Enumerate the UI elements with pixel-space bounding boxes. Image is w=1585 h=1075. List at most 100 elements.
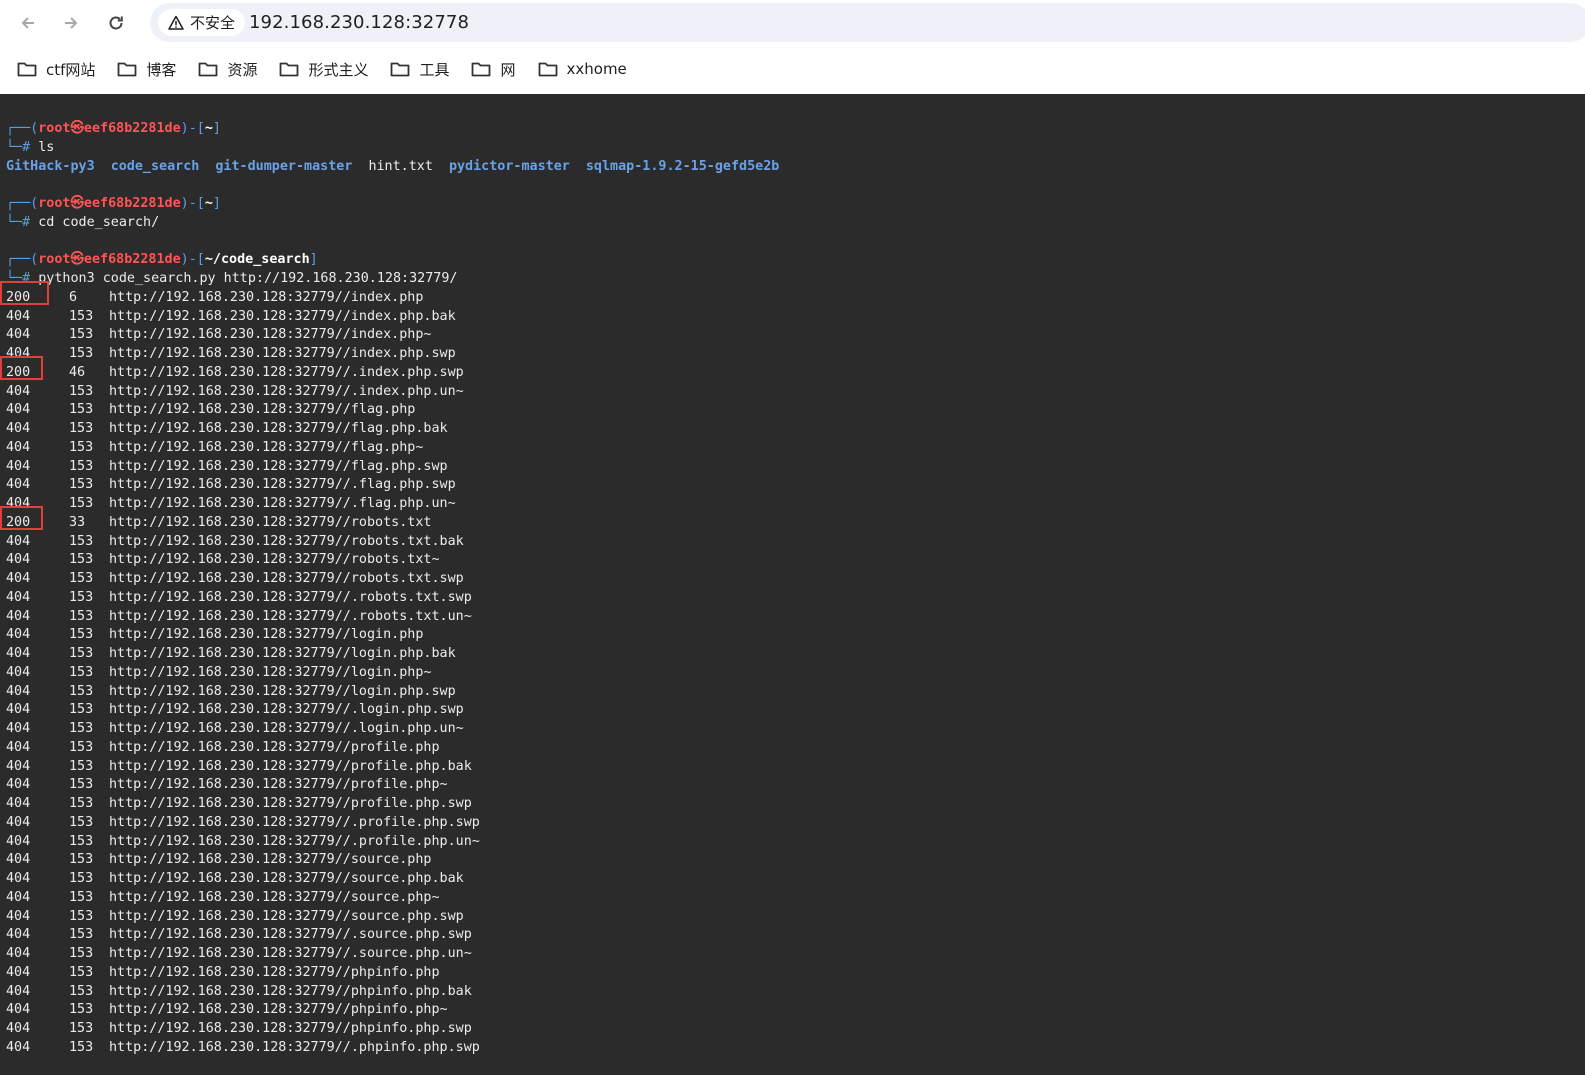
response-size: 153 xyxy=(69,946,94,961)
result-url: http://192.168.230.128:32779//flag.php~ xyxy=(109,439,424,455)
prompt-sep: )-[ xyxy=(180,196,205,211)
response-size: 153 xyxy=(69,402,94,418)
result-url: http://192.168.230.128:32779//robots.txt xyxy=(109,514,432,530)
result-url: http://192.168.230.128:32779//.login.php… xyxy=(109,702,464,718)
folder-icon xyxy=(538,60,567,78)
response-size: 153 xyxy=(69,346,94,361)
result-row: 200 6 http://192.168.230.128:32779//index.… xyxy=(0,280,423,307)
result-url: http://192.168.230.128:32779//login.php~ xyxy=(109,664,432,680)
reload-button[interactable] xyxy=(101,8,131,38)
prompt-prefix: ┌──( xyxy=(6,252,39,268)
address-bar[interactable]: 不安全 192.168.230.128:32778 xyxy=(150,3,1585,42)
response-size: 153 xyxy=(69,777,94,793)
result-row: 404 153 http://192.168.230.128:32779//prof… xyxy=(6,794,472,813)
result-url: http://192.168.230.128:32779//robots.txt… xyxy=(109,533,464,549)
prompt-end: ] xyxy=(212,121,221,136)
result-url: http://192.168.230.128:32779//.flag.php.… xyxy=(109,496,456,511)
bookmark-item[interactable]: xxhome xyxy=(538,60,627,78)
bookmark-label: 博客 xyxy=(146,60,177,79)
status-code: 404 xyxy=(6,383,31,399)
response-size: 153 xyxy=(69,627,94,643)
status-code: 404 xyxy=(6,646,31,661)
status-code: 404 xyxy=(6,739,31,755)
status-code: 200 xyxy=(0,505,69,532)
result-url: http://192.168.230.128:32779//login.php.… xyxy=(109,646,456,661)
ls-entry: code_search xyxy=(110,158,200,174)
bookmark-label: 网 xyxy=(500,60,516,79)
status-code: 404 xyxy=(6,721,31,736)
result-url: http://192.168.230.128:32779//.phpinfo.p… xyxy=(109,1039,480,1055)
result-url: http://192.168.230.128:32779//.profile.p… xyxy=(109,814,480,830)
response-size: 153 xyxy=(69,927,94,943)
result-url: http://192.168.230.128:32779//source.php xyxy=(109,852,432,868)
bookmark-item[interactable]: ctf网站 xyxy=(17,59,95,80)
result-row: 404 153 http://192.168.230.128:32779//inde… xyxy=(6,307,456,326)
back-button[interactable] xyxy=(13,8,43,38)
result-row: 404 153 http://192.168.230.128:32779//flag… xyxy=(6,438,423,457)
result-row: 404 153 http://192.168.230.128:32779//.pro… xyxy=(6,813,480,832)
response-size: 153 xyxy=(69,646,94,661)
arrow-right-icon xyxy=(65,17,78,29)
status-code: 404 xyxy=(6,552,31,568)
response-size: 153 xyxy=(69,571,94,586)
result-url: http://192.168.230.128:32779//robots.txt… xyxy=(109,552,440,568)
response-size: 153 xyxy=(69,533,94,549)
result-row: 404 153 http://192.168.230.128:32779//prof… xyxy=(6,738,440,757)
result-row: 200 33 http://192.168.230.128:32779//robot… xyxy=(0,505,432,532)
folder-icon xyxy=(117,60,146,78)
response-size: 153 xyxy=(69,889,94,905)
status-code: 404 xyxy=(6,983,31,999)
result-url: http://192.168.230.128:32779//.index.php… xyxy=(109,364,464,380)
security-chip[interactable]: 不安全 xyxy=(158,9,246,36)
result-url: http://192.168.230.128:32779//profile.ph… xyxy=(109,758,472,774)
result-url: http://192.168.230.128:32779//index.php~ xyxy=(109,327,432,343)
result-row: 404 153 http://192.168.230.128:32779//logi… xyxy=(6,663,431,682)
status-code: 404 xyxy=(6,664,31,680)
result-url: http://192.168.230.128:32779//phpinfo.ph… xyxy=(109,964,440,980)
result-row: 404 153 http://192.168.230.128:32779//.sou… xyxy=(6,925,472,944)
bookmark-item[interactable]: 网 xyxy=(471,59,516,80)
result-url: http://192.168.230.128:32779//phpinfo.ph… xyxy=(109,1021,472,1036)
result-url: http://192.168.230.128:32779//.index.php… xyxy=(109,383,464,399)
folder-icon xyxy=(17,60,46,78)
prompt-dir: ~ xyxy=(204,196,213,211)
reload-icon xyxy=(109,16,123,30)
bookmark-item[interactable]: 资源 xyxy=(198,59,257,80)
command-line: └─# ls xyxy=(6,138,54,157)
bookmark-item[interactable]: 形式主义 xyxy=(279,59,368,80)
response-size: 153 xyxy=(69,439,94,455)
result-url: http://192.168.230.128:32779//phpinfo.ph… xyxy=(109,983,472,999)
forward-button[interactable] xyxy=(56,8,86,38)
command-text: python3 code_search.py http://192.168.23… xyxy=(38,271,458,286)
url-text[interactable]: 192.168.230.128:32778 xyxy=(249,12,469,33)
highlight-box xyxy=(0,280,49,305)
result-row: 404 153 http://192.168.230.128:32779//.ind… xyxy=(6,382,464,401)
terminal[interactable]: ┌──(root㉿eef68b2281de)-[~] └─# ls GitHack-… xyxy=(0,94,1585,1075)
status-code: 404 xyxy=(6,477,31,493)
result-url: http://192.168.230.128:32779//.source.ph… xyxy=(109,946,472,961)
result-row: 404 153 http://192.168.230.128:32779//logi… xyxy=(6,682,456,701)
result-url: http://192.168.230.128:32779//.profile.p… xyxy=(109,833,480,849)
highlight-box xyxy=(0,355,43,380)
response-size: 153 xyxy=(69,1021,94,1036)
browser-chrome: 不安全 192.168.230.128:32778 ctf网站 博客 资源 形式主义 工… xyxy=(0,0,1585,94)
result-row: 404 153 http://192.168.230.128:32779//phpi… xyxy=(6,1000,448,1019)
result-row: 404 153 http://192.168.230.128:32779//robo… xyxy=(6,532,464,551)
folder-icon xyxy=(471,60,500,78)
result-row: 404 153 http://192.168.230.128:32779//flag… xyxy=(6,457,448,476)
bookmark-label: 工具 xyxy=(419,60,450,79)
ls-entry: sqlmap-1.9.2-15-gefd5e2b xyxy=(585,158,780,174)
status-code: 404 xyxy=(6,908,31,924)
result-row: 404 153 http://192.168.230.128:32779//flag… xyxy=(6,400,415,419)
prompt-user: root㉿eef68b2281de xyxy=(38,196,181,211)
result-url: http://192.168.230.128:32779//login.php.… xyxy=(109,683,456,699)
command-text: cd code_search/ xyxy=(38,214,160,230)
status-code: 404 xyxy=(6,833,31,849)
bookmark-item[interactable]: 工具 xyxy=(390,59,449,80)
result-row: 404 153 http://192.168.230.128:32779//robo… xyxy=(6,569,464,588)
status-code: 404 xyxy=(6,439,31,455)
response-size: 153 xyxy=(69,739,94,755)
result-row: 404 153 http://192.168.230.128:32779//logi… xyxy=(6,644,456,663)
bookmark-item[interactable]: 博客 xyxy=(117,59,176,80)
result-url: http://192.168.230.128:32779//.login.php… xyxy=(109,721,464,736)
